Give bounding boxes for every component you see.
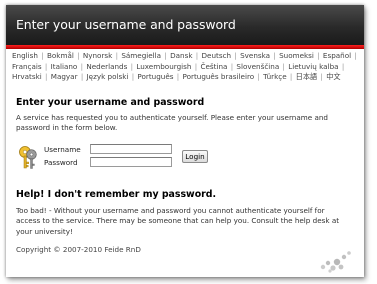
header-bar: Enter your username and password: [6, 5, 364, 45]
language-link[interactable]: Svenska: [240, 51, 270, 60]
language-link[interactable]: Español: [323, 51, 351, 60]
username-input[interactable]: [90, 143, 172, 154]
feide-rnd-link[interactable]: Feide RnD: [104, 245, 141, 254]
language-link[interactable]: Italiano: [51, 62, 78, 71]
copyright-footer: Copyright © 2007-2010 Feide RnD: [16, 245, 141, 254]
login-heading: Enter your username and password: [16, 97, 205, 108]
main-content: Enter your username and password A servi…: [16, 97, 356, 237]
language-separator: |: [74, 51, 82, 60]
login-page: Enter your username and password English…: [6, 5, 364, 277]
key-icon: [19, 145, 37, 169]
language-separator: |: [42, 72, 50, 82]
help-heading: Help! I don't remember my password.: [16, 188, 217, 200]
language-link[interactable]: Luxembourgish: [136, 62, 191, 71]
help-text: Too bad! - Without your username and pas…: [16, 205, 340, 236]
language-separator: |: [255, 72, 263, 82]
logo-icon: [320, 251, 351, 273]
password-input[interactable]: [90, 156, 172, 167]
language-link[interactable]: Lietuvių kalba: [288, 62, 338, 71]
language-separator: |: [352, 51, 357, 60]
header-title: Enter your username and password: [16, 17, 236, 32]
language-bar: English | Bokmål | Nynorsk | Sámegiella …: [12, 51, 362, 83]
language-separator: |: [113, 51, 121, 60]
language-link[interactable]: Slovenščina: [236, 62, 279, 71]
intro-text: A service has requested you to authentic…: [16, 113, 328, 133]
language-link[interactable]: Nederlands: [86, 62, 127, 71]
language-separator: |: [174, 72, 182, 82]
language-link[interactable]: Sámegiella: [121, 51, 161, 60]
password-label: Password: [44, 157, 78, 167]
language-link[interactable]: Deutsch: [202, 51, 232, 60]
language-link[interactable]: Português: [137, 72, 173, 81]
language-link[interactable]: Bokmål: [47, 51, 74, 60]
language-link[interactable]: Čeština: [200, 62, 227, 71]
language-separator: |: [42, 61, 50, 71]
username-label: Username: [44, 144, 81, 154]
language-link[interactable]: English: [12, 51, 38, 60]
language-separator: |: [162, 51, 170, 60]
language-separator: |: [287, 72, 295, 82]
language-link[interactable]: Português brasileiro: [183, 72, 255, 81]
language-separator: |: [128, 61, 136, 71]
language-separator: |: [78, 61, 86, 71]
login-button[interactable]: Login: [182, 149, 208, 163]
language-link[interactable]: Hrvatski: [12, 72, 42, 81]
language-separator: |: [318, 72, 326, 82]
header-accent-rule: [6, 45, 364, 49]
language-separator: |: [271, 51, 279, 60]
language-separator: |: [339, 61, 345, 71]
language-link[interactable]: 中文: [326, 72, 340, 81]
language-link[interactable]: 日本語: [296, 72, 318, 81]
language-separator: |: [193, 51, 201, 60]
language-link[interactable]: Język polski: [87, 72, 129, 81]
language-separator: |: [314, 51, 322, 60]
language-link[interactable]: Suomeksi: [279, 51, 314, 60]
login-form: Username Password Login: [16, 141, 356, 181]
language-separator: |: [78, 72, 86, 82]
language-link[interactable]: Magyar: [51, 72, 78, 81]
language-separator: |: [232, 51, 240, 60]
language-link[interactable]: Dansk: [170, 51, 192, 60]
language-link[interactable]: Türkçe: [263, 72, 286, 81]
language-link[interactable]: Français: [12, 62, 42, 71]
copyright-text: Copyright © 2007-2010: [16, 245, 105, 254]
language-link[interactable]: Nynorsk: [83, 51, 112, 60]
language-separator: |: [38, 51, 46, 60]
language-separator: |: [280, 61, 288, 71]
